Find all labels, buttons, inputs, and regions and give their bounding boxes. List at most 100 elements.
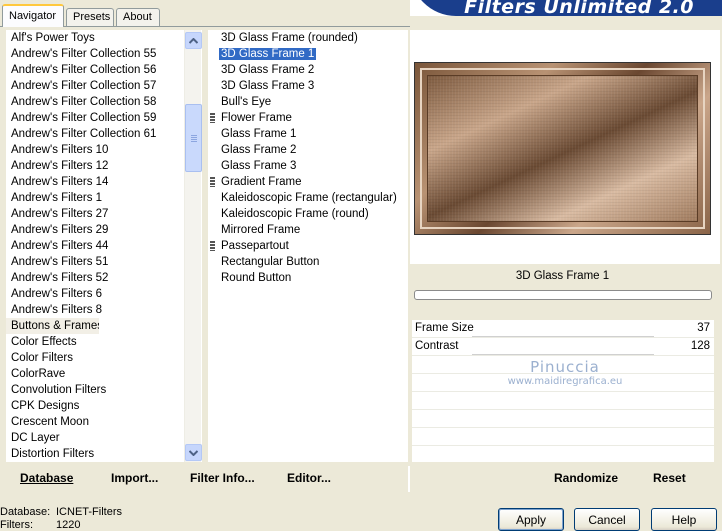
grip-icon <box>210 177 215 187</box>
category-item[interactable]: Andrew's Filter Collection 58 <box>6 94 202 110</box>
filter-item[interactable]: Bull's Eye <box>208 94 408 110</box>
filter-label: 3D Glass Frame 2 <box>221 64 315 76</box>
filter-label: Passepartout <box>221 240 289 252</box>
filter-label: Flower Frame <box>221 112 292 124</box>
filter-item[interactable]: Glass Frame 1 <box>208 126 408 142</box>
grip-icon <box>210 241 215 251</box>
tab-about[interactable]: About <box>116 8 160 26</box>
import-button[interactable]: Import... <box>111 471 158 485</box>
category-item[interactable]: Buttons & Frames <box>6 318 99 334</box>
toolbar-divider <box>408 466 410 492</box>
progress-bar <box>414 290 712 300</box>
category-item[interactable]: Andrew's Filters 1 <box>6 190 202 206</box>
filter-item[interactable]: Round Button <box>208 270 408 286</box>
category-item[interactable]: Andrew's Filter Collection 55 <box>6 46 202 62</box>
param-slider[interactable] <box>472 336 654 337</box>
category-item[interactable]: DC Layer <box>6 430 202 446</box>
filter-label: Gradient Frame <box>221 176 302 188</box>
grip-icon <box>210 113 215 123</box>
category-item[interactable]: Andrew's Filters 29 <box>6 222 202 238</box>
category-item[interactable]: Crescent Moon <box>6 414 202 430</box>
filter-item[interactable]: Gradient Frame <box>208 174 408 190</box>
param-value: 37 <box>697 322 710 334</box>
parameter-panel: Frame Size 37 Contrast 128 <box>412 320 714 462</box>
category-item[interactable]: Andrew's Filters 14 <box>6 174 202 190</box>
tab-presets[interactable]: Presets <box>66 8 114 26</box>
status-info: Database: ICNET-Filters Filters: 1220 <box>0 506 122 531</box>
filters-label: Filters: <box>0 519 33 531</box>
category-item[interactable]: Color Effects <box>6 334 202 350</box>
apply-button[interactable]: Apply <box>498 508 564 531</box>
category-item[interactable]: Alf's Power Toys <box>6 30 202 46</box>
filter-label: Glass Frame 2 <box>221 144 297 156</box>
param-contrast[interactable]: Contrast 128 <box>412 338 714 356</box>
filter-item[interactable]: 3D Glass Frame (rounded) <box>208 30 408 46</box>
category-item[interactable]: Andrew's Filters 44 <box>6 238 202 254</box>
tab-navigator[interactable]: Navigator <box>2 4 64 27</box>
filter-item[interactable]: 3D Glass Frame 1 <box>208 46 408 62</box>
category-item[interactable]: CPK Designs <box>6 398 202 414</box>
filter-label: Mirrored Frame <box>221 224 301 236</box>
category-item[interactable]: Andrew's Filter Collection 57 <box>6 78 202 94</box>
filter-label: Rectangular Button <box>221 256 320 268</box>
filter-label: Glass Frame 1 <box>221 128 297 140</box>
filter-label: Glass Frame 3 <box>221 160 297 172</box>
randomize-button[interactable]: Randomize <box>554 471 618 485</box>
param-slider[interactable] <box>472 354 654 355</box>
current-filter-name: 3D Glass Frame 1 <box>515 270 610 282</box>
category-item[interactable]: ColorRave <box>6 366 202 382</box>
app-banner: Filters Unlimited 2.0 <box>410 0 722 16</box>
watermark: Pinuccia www.maidiregrafica.eu <box>490 358 640 387</box>
help-button[interactable]: Help <box>651 508 717 531</box>
reset-button[interactable]: Reset <box>653 471 686 485</box>
filter-item[interactable]: Kaleidoscopic Frame (round) <box>208 206 408 222</box>
category-item[interactable]: Andrew's Filter Collection 59 <box>6 110 202 126</box>
filter-item[interactable]: Flower Frame <box>208 110 408 126</box>
chevron-down-icon[interactable] <box>185 444 202 461</box>
filter-item[interactable]: 3D Glass Frame 2 <box>208 62 408 78</box>
bottom-toolbar: Database Import... Filter Info... Editor… <box>0 466 722 492</box>
param-value: 128 <box>690 340 710 352</box>
filter-item[interactable]: Glass Frame 3 <box>208 158 408 174</box>
category-item[interactable]: Andrew's Filters 6 <box>6 286 202 302</box>
param-empty <box>412 410 714 428</box>
filter-label: Round Button <box>221 272 292 284</box>
watermark-url: www.maidiregrafica.eu <box>507 376 623 387</box>
filter-item[interactable]: Passepartout <box>208 238 408 254</box>
param-frame-size[interactable]: Frame Size 37 <box>412 320 714 338</box>
chevron-up-icon[interactable] <box>185 32 202 49</box>
category-item[interactable]: Andrew's Filters 27 <box>6 206 202 222</box>
banner-title: Filters Unlimited 2.0 <box>464 0 694 16</box>
category-item[interactable]: Andrew's Filters 10 <box>6 142 202 158</box>
filter-list[interactable]: 3D Glass Frame (rounded) 3D Glass Frame 1… <box>208 30 408 462</box>
filter-label: Bull's Eye <box>221 96 272 108</box>
filter-item[interactable]: Kaleidoscopic Frame (rectangular) <box>208 190 408 206</box>
filter-info-button[interactable]: Filter Info... <box>190 471 255 485</box>
category-item[interactable]: Convolution Filters <box>6 382 202 398</box>
category-scrollbar[interactable] <box>184 30 202 462</box>
category-list[interactable]: Alf's Power Toys Andrew's Filter Collecti… <box>6 30 202 462</box>
param-empty <box>412 428 714 446</box>
cancel-button[interactable]: Cancel <box>574 508 640 531</box>
category-item[interactable]: Color Filters <box>6 350 202 366</box>
database-label: Database: <box>0 506 51 518</box>
filter-label: 3D Glass Frame (rounded) <box>221 32 358 44</box>
filter-item[interactable]: Rectangular Button <box>208 254 408 270</box>
category-item[interactable]: Distortion Filters <box>6 446 202 462</box>
preview-image <box>414 62 711 235</box>
filter-item[interactable]: 3D Glass Frame 3 <box>208 78 408 94</box>
filter-item[interactable]: Mirrored Frame <box>208 222 408 238</box>
filter-label: Kaleidoscopic Frame (round) <box>221 208 369 220</box>
filter-label: Kaleidoscopic Frame (rectangular) <box>221 192 397 204</box>
category-item[interactable]: Andrew's Filter Collection 61 <box>6 126 202 142</box>
editor-button[interactable]: Editor... <box>287 471 331 485</box>
category-item[interactable]: Andrew's Filters 52 <box>6 270 202 286</box>
scrollbar-thumb[interactable] <box>185 104 202 172</box>
database-button[interactable]: Database <box>20 471 73 485</box>
category-item[interactable]: Andrew's Filters 12 <box>6 158 202 174</box>
filter-item[interactable]: Glass Frame 2 <box>208 142 408 158</box>
category-item[interactable]: Andrew's Filters 51 <box>6 254 202 270</box>
param-label: Contrast <box>415 340 459 352</box>
category-item[interactable]: Andrew's Filters 8 <box>6 302 202 318</box>
category-item[interactable]: Andrew's Filter Collection 56 <box>6 62 202 78</box>
